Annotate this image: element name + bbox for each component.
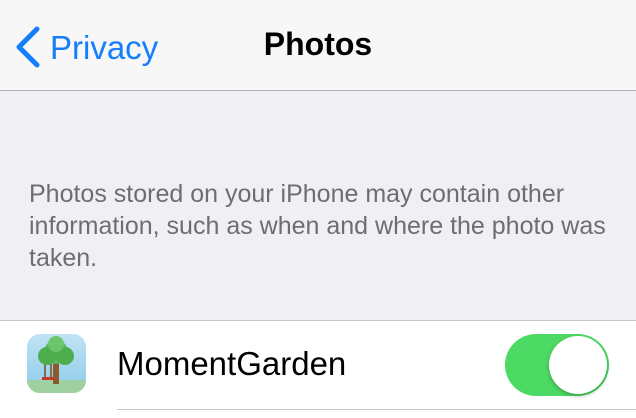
photos-privacy-description: Photos stored on your iPhone may contain… (29, 180, 606, 272)
page-title: Photos (263, 26, 373, 62)
navigation-bar: Privacy Photos (0, 0, 636, 91)
app-name-label: MomentGarden (117, 345, 347, 382)
tree-swing-icon (27, 336, 86, 393)
app-icon (27, 334, 86, 393)
toggle-knob (549, 336, 607, 394)
app-row-momentgarden: MomentGarden (0, 320, 636, 418)
photos-access-toggle[interactable] (505, 334, 609, 396)
row-separator (117, 409, 636, 410)
